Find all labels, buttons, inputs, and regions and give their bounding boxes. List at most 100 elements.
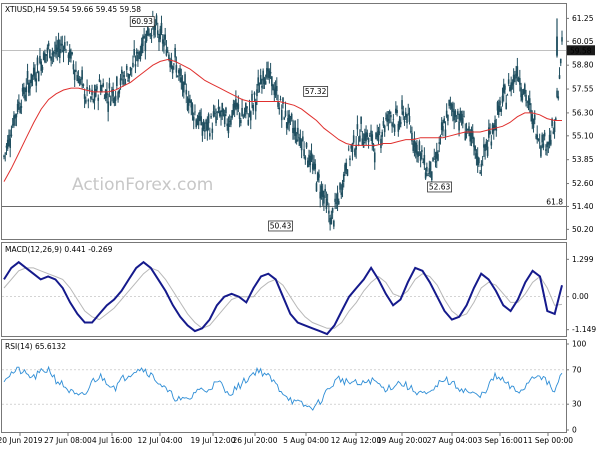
candle-body (94, 88, 97, 97)
candle-body (426, 166, 428, 172)
candle-body (489, 131, 491, 134)
candle-body (543, 132, 546, 137)
candle-body (246, 106, 248, 109)
candle-body (249, 111, 252, 121)
candle-body (132, 62, 134, 68)
candle-body (45, 54, 47, 56)
candle-body (393, 124, 396, 132)
candle-body (252, 105, 255, 111)
price-y-tick-label: 61.25 (572, 14, 594, 23)
candle-body (36, 57, 39, 66)
candle-body (382, 121, 385, 126)
candle-body (495, 126, 498, 131)
candle-body (442, 126, 444, 132)
candle-body (391, 123, 393, 127)
x-tick-label: 4 Jul 16:00 (92, 436, 132, 445)
candle-body (82, 84, 85, 87)
candle-body (3, 155, 5, 157)
candle-body (261, 86, 263, 88)
candle-body (187, 98, 190, 106)
candle-body (243, 112, 246, 116)
candle-body (185, 89, 188, 95)
candle-body (347, 148, 350, 150)
candle-body (532, 118, 535, 128)
candle-body (57, 38, 60, 50)
x-tick-label: 27 Jun 08:00 (44, 436, 92, 445)
candle-body (34, 72, 36, 79)
candle-body (431, 171, 433, 180)
candle-body (248, 108, 251, 110)
candle-body (184, 74, 186, 85)
macd-y-tick-label: 0.00 (572, 292, 589, 301)
candle-body (209, 133, 211, 137)
candle-body (52, 51, 55, 54)
candle-body (61, 44, 64, 46)
candle-body (490, 141, 493, 146)
candle-body (474, 146, 476, 151)
candle-body (220, 114, 222, 117)
candle-body (390, 114, 392, 118)
candle-body (133, 48, 135, 56)
candle-body (217, 107, 220, 110)
candle-body (303, 149, 305, 156)
candle-body (438, 142, 441, 144)
candle-body (123, 75, 126, 77)
candle-body (458, 121, 460, 131)
candle-body (202, 120, 205, 130)
candle-body (78, 79, 81, 84)
candle-body (137, 55, 139, 62)
candle-body (279, 99, 282, 100)
candle-body (59, 49, 61, 58)
candle-body (352, 135, 355, 143)
candle-body (254, 101, 257, 112)
candle-body (464, 131, 467, 141)
candle-body (206, 122, 209, 132)
candle-body (87, 99, 90, 102)
candle-body (102, 83, 104, 87)
candle-body (528, 98, 531, 106)
candle-body (373, 152, 376, 163)
candle-body (23, 87, 25, 95)
candle-body (204, 129, 206, 132)
candle-body (173, 63, 175, 65)
candle-body (156, 30, 159, 35)
candle-body (400, 121, 402, 125)
candle-body (194, 111, 196, 113)
candle-body (277, 101, 279, 107)
candle-body (230, 119, 232, 125)
candle-body (47, 43, 50, 47)
candle-body (380, 138, 382, 149)
candle-body (134, 64, 137, 67)
candle-body (401, 100, 403, 110)
candle-body (407, 113, 410, 115)
candle-body (423, 155, 426, 165)
candle-body (171, 66, 174, 74)
candle-body (500, 108, 503, 112)
candle-body (85, 99, 87, 103)
candle-body (214, 113, 216, 114)
candle-body (10, 134, 13, 136)
x-tick-label: 27 Aug 04:00 (427, 436, 478, 445)
price-y-tick-label: 58.80 (572, 61, 594, 70)
candle-body (497, 105, 500, 116)
candle-body (455, 120, 458, 122)
x-tick-label: 20 Jun 2019 (0, 436, 43, 445)
candle-body (30, 73, 33, 84)
candle-body (98, 79, 101, 82)
candle-body (506, 94, 509, 96)
candle-body (280, 109, 283, 121)
candle-body (335, 202, 338, 204)
candle-body (284, 110, 287, 116)
candle-body (128, 73, 131, 79)
candle-body (20, 106, 23, 108)
candle-body (207, 114, 210, 124)
candle-body (432, 157, 434, 162)
candle-body (463, 116, 465, 117)
candle-body (251, 93, 253, 101)
candle-body (142, 36, 144, 47)
candle-body (443, 118, 445, 124)
candle-body (357, 143, 360, 145)
candle-body (180, 77, 183, 83)
price-y-tick-label: 56.30 (572, 108, 594, 117)
candle-body (247, 119, 250, 125)
